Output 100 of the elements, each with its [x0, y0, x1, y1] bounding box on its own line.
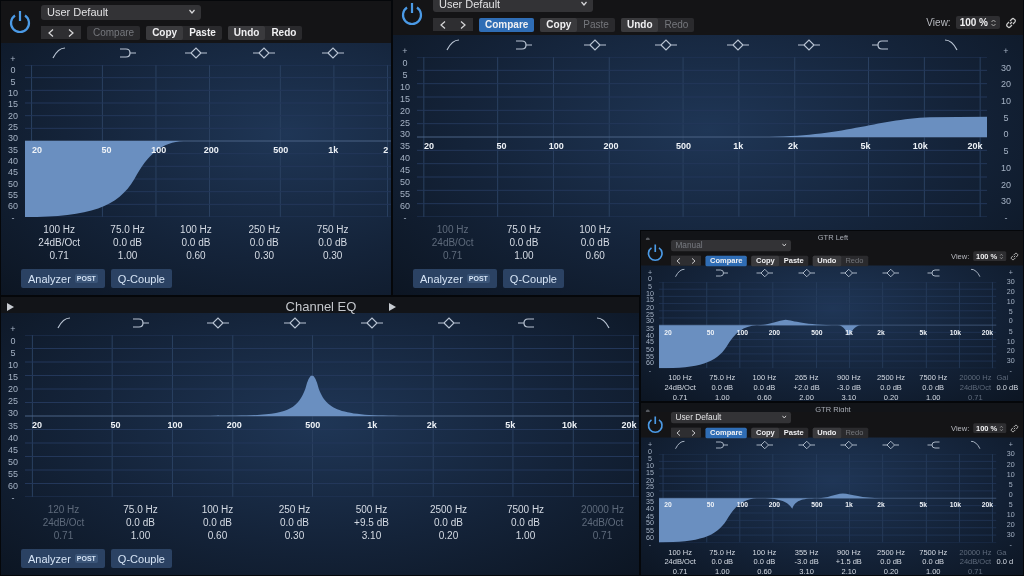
gain-axis-label: 20 [1001, 80, 1011, 90]
clipboard-button[interactable]: Copy [540, 17, 578, 32]
previous-preset-button[interactable] [41, 26, 61, 39]
band-gain[interactable]: 0.0 dB [434, 518, 463, 528]
power-icon[interactable] [399, 1, 425, 27]
preset-dropdown[interactable]: User Default [433, 0, 593, 12]
band-q[interactable]: 0.20 [438, 531, 459, 541]
history-button[interactable]: Redo [265, 25, 303, 40]
preset-dropdown[interactable]: User Default [671, 411, 791, 423]
band-frequency[interactable]: 100 Hz [43, 225, 76, 235]
high-shelf-icon[interactable] [871, 39, 890, 51]
q-couple-button[interactable]: Q-Couple [110, 549, 172, 568]
preset-dropdown[interactable]: User Default [41, 4, 201, 20]
db-axis-label: 40 [8, 157, 18, 167]
high-pass-icon[interactable] [445, 39, 460, 51]
high-pass-icon[interactable] [56, 317, 71, 329]
low-shelf-icon[interactable] [514, 39, 533, 51]
bell-filter-icon[interactable] [359, 317, 384, 329]
band-q[interactable]: 1.00 [515, 531, 536, 541]
band-frequency[interactable]: 100 Hz [579, 225, 611, 235]
db-axis-label: 25 [400, 118, 410, 128]
band-frequency[interactable]: 100 Hz [180, 225, 212, 235]
band-frequency[interactable]: 250 Hz [248, 225, 281, 235]
bell-filter-icon[interactable] [725, 39, 750, 51]
band-q[interactable]: 1.00 [130, 531, 151, 541]
band-q[interactable]: 3.10 [361, 531, 382, 541]
band-gain[interactable]: +9.5 dB [354, 518, 389, 528]
q-couple-button[interactable]: Q-Couple [110, 269, 172, 288]
high-shelf-icon[interactable] [516, 317, 535, 329]
db-axis-label: - [11, 493, 15, 503]
band-frequency[interactable]: 500 Hz [355, 505, 388, 515]
band-q[interactable]: 0.60 [585, 251, 605, 261]
band-frequency[interactable]: 75.0 Hz [506, 225, 542, 235]
band-gain[interactable]: 0.0 dB [203, 518, 232, 528]
band-gain[interactable]: 0.0 dB [318, 238, 348, 248]
high-pass-icon[interactable] [52, 47, 67, 59]
compare-button[interactable]: Compare [479, 17, 535, 32]
power-icon[interactable] [645, 415, 665, 435]
band-gain[interactable]: 0.0 dB [126, 518, 155, 528]
band-q[interactable]: 1.00 [117, 251, 138, 261]
band-gain[interactable]: 0.0 dB [280, 518, 309, 528]
band-gain[interactable]: 0.0 dB [181, 238, 211, 248]
band-gain[interactable]: 24dB/Oct [38, 238, 81, 248]
link-icon[interactable] [1005, 16, 1017, 29]
bell-filter-icon[interactable] [205, 317, 230, 329]
play-triangle-icon[interactable] [7, 303, 14, 311]
previous-preset-button[interactable] [671, 427, 686, 438]
q-couple-button[interactable]: Q-Couple [502, 269, 564, 288]
band-frequency[interactable]: 75.0 Hz [123, 505, 158, 515]
low-shelf-icon[interactable] [131, 317, 150, 329]
band-q[interactable]: 0.30 [322, 251, 343, 261]
db-axis-label: 60 [8, 481, 18, 491]
history-button[interactable]: Undo [227, 25, 266, 40]
band-gain[interactable]: 0.0 dB [113, 238, 142, 248]
chevron-left-icon [48, 28, 54, 37]
low-pass-icon[interactable] [595, 317, 610, 329]
band-q[interactable]: 0.60 [207, 531, 228, 541]
previous-preset-button[interactable] [671, 255, 686, 266]
next-preset-button[interactable] [686, 427, 701, 438]
low-pass-icon[interactable] [944, 39, 959, 51]
band-q[interactable]: 0.30 [254, 251, 275, 261]
band-gain[interactable]: 0.0 dB [511, 518, 540, 528]
bell-filter-icon[interactable] [796, 39, 821, 51]
view-zoom-field[interactable]: 100 % [955, 16, 1000, 29]
bell-filter-icon[interactable] [252, 47, 277, 59]
band-frequency[interactable]: 7500 Hz [506, 505, 545, 515]
next-preset-button[interactable] [453, 18, 473, 31]
band-frequency[interactable]: 2500 Hz [429, 505, 468, 515]
band-frequency[interactable]: 100 Hz [201, 505, 234, 515]
power-icon[interactable] [7, 9, 33, 35]
clipboard-button[interactable]: Copy [146, 25, 184, 40]
db-axis-label: 5 [10, 349, 16, 359]
bell-filter-icon[interactable] [436, 317, 461, 329]
previous-preset-button[interactable] [433, 18, 453, 31]
bell-filter-icon[interactable] [583, 39, 608, 51]
low-shelf-icon[interactable] [118, 47, 137, 59]
play-triangle-icon[interactable] [389, 303, 397, 311]
band-q[interactable]: 1.00 [514, 251, 534, 261]
clipboard-button[interactable]: Paste [183, 25, 222, 40]
db-axis-label: 55 [8, 469, 18, 479]
band-gain[interactable]: 0.0 dB [580, 238, 610, 248]
power-icon[interactable] [645, 243, 665, 263]
gain-axis-label: 30 [1001, 63, 1011, 73]
band-q[interactable]: 0.71 [49, 251, 69, 261]
next-preset-button[interactable] [686, 255, 701, 266]
band-q[interactable]: 0.60 [186, 251, 206, 261]
history-button[interactable]: Undo [620, 17, 659, 32]
band-gain[interactable]: 0.0 dB [249, 238, 279, 248]
bell-filter-icon[interactable] [320, 47, 345, 59]
frequency-label: 200 [226, 420, 242, 430]
bell-filter-icon[interactable] [654, 39, 679, 51]
band-gain[interactable]: 0.0 dB [509, 238, 539, 248]
band-frequency[interactable]: 250 Hz [278, 505, 311, 515]
band-frequency[interactable]: 75.0 Hz [110, 225, 145, 235]
next-preset-button[interactable] [61, 26, 81, 39]
bell-filter-icon[interactable] [282, 317, 307, 329]
band-frequency[interactable]: 750 Hz [316, 225, 349, 235]
db-axis-label: + [10, 55, 16, 64]
bell-filter-icon[interactable] [183, 47, 208, 59]
band-q[interactable]: 0.30 [284, 531, 305, 541]
